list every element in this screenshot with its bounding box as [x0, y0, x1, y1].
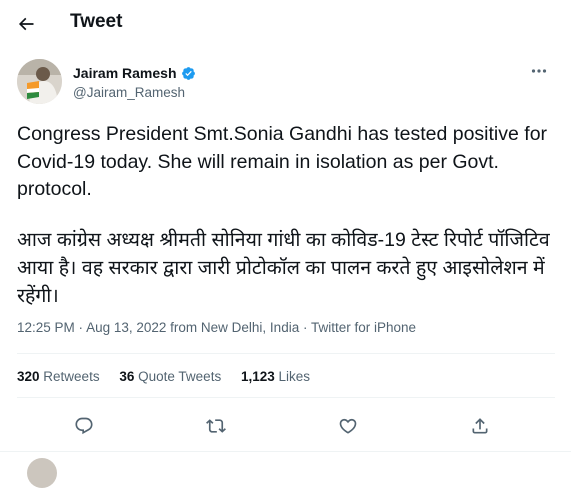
retweets-label: Retweets [43, 369, 100, 384]
tweet-text-english: Congress President Smt.Sonia Gandhi has … [17, 123, 548, 200]
reply-avatar[interactable] [27, 458, 57, 488]
tweet-author: Jairam Ramesh @Jairam_Ramesh [17, 59, 557, 107]
meta-from: from [166, 320, 201, 335]
reply-button[interactable] [66, 408, 102, 444]
tweet-location[interactable]: New Delhi, India [201, 320, 299, 335]
meta-separator: · [74, 320, 87, 335]
author-handle[interactable]: @Jairam_Ramesh [73, 85, 185, 100]
tweet-stats: 320 Retweets 36 Quote Tweets 1,123 Likes [17, 369, 326, 384]
tweet-actions [0, 408, 571, 444]
divider [0, 451, 571, 452]
share-icon [472, 418, 488, 434]
divider [17, 397, 555, 398]
retweets-stat[interactable]: 320 Retweets [17, 369, 100, 384]
more-horizontal-icon [531, 69, 547, 73]
divider [17, 353, 555, 354]
author-name[interactable]: Jairam Ramesh [73, 65, 177, 81]
retweets-count: 320 [17, 369, 40, 384]
likes-stat[interactable]: 1,123 Likes [241, 369, 310, 384]
more-options-button[interactable] [528, 63, 550, 79]
likes-label: Likes [278, 369, 311, 384]
tweet-date[interactable]: Aug 13, 2022 [86, 320, 166, 335]
tweet-text-hindi: आज कांग्रेस अध्यक्ष श्रीमती सोनिया गांधी… [17, 229, 550, 307]
meta-separator: · [299, 320, 311, 335]
retweet-icon [206, 419, 226, 433]
tweet-source[interactable]: Twitter for iPhone [311, 320, 416, 335]
verified-badge-icon [181, 66, 195, 80]
author-name-row: Jairam Ramesh [73, 65, 196, 81]
quotes-count: 36 [119, 369, 135, 384]
like-button[interactable] [330, 408, 366, 444]
tweet-meta: 12:25 PM · Aug 13, 2022 from New Delhi, … [17, 320, 416, 335]
avatar-image [17, 59, 62, 104]
quotes-label: Quote Tweets [138, 369, 222, 384]
page-title: Tweet [70, 11, 123, 32]
arrow-left-icon [18, 17, 34, 31]
avatar[interactable] [17, 59, 62, 104]
top-bar: Tweet [0, 0, 571, 46]
back-button[interactable] [12, 10, 40, 38]
tweet-time[interactable]: 12:25 PM [17, 320, 75, 335]
reply-icon [75, 417, 93, 435]
share-button[interactable] [462, 408, 498, 444]
likes-count: 1,123 [240, 369, 275, 384]
like-icon [339, 418, 357, 434]
retweet-button[interactable] [198, 408, 234, 444]
quote-tweets-stat[interactable]: 36 Quote Tweets [119, 369, 221, 384]
